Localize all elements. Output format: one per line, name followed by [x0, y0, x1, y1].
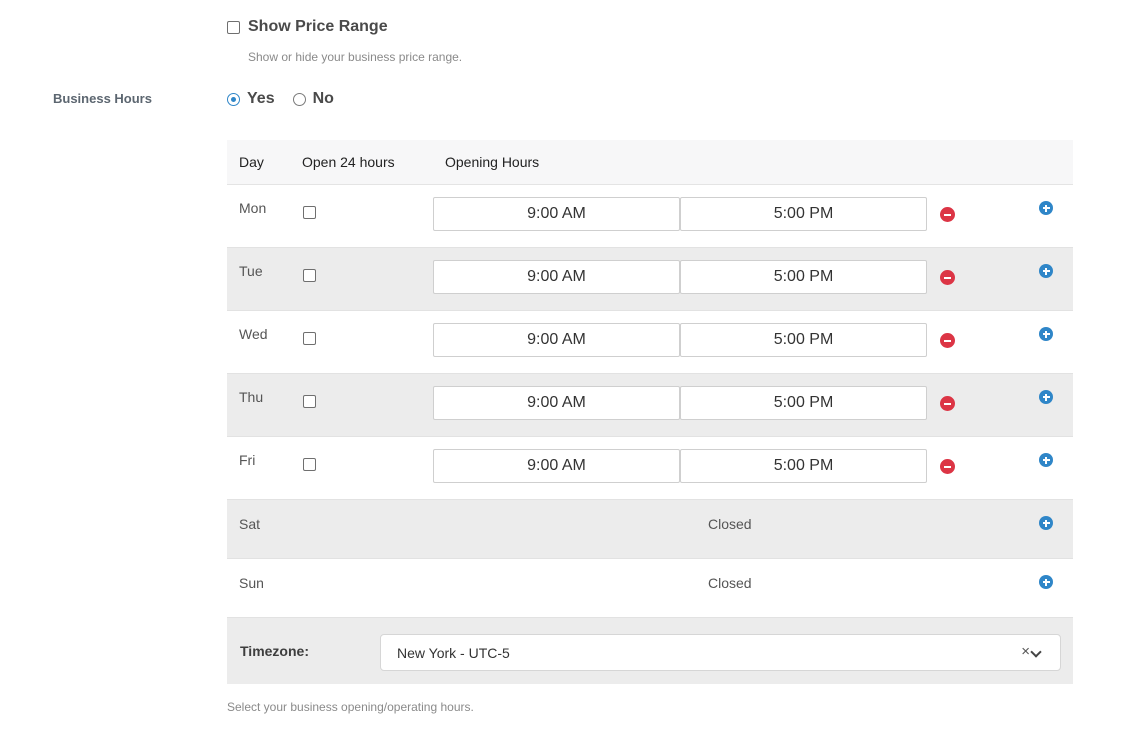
header-day: Day: [239, 154, 264, 170]
day-label: Mon: [239, 200, 267, 216]
business-hours-label: Business Hours: [53, 91, 152, 106]
closing-time-input[interactable]: 5:00 PM: [680, 386, 927, 420]
timezone-label: Timezone:: [240, 643, 309, 659]
day-label: Fri: [239, 452, 256, 468]
price-range-help-text: Show or hide your business price range.: [248, 50, 463, 64]
add-hours-icon[interactable]: [1039, 201, 1053, 215]
timezone-row: Timezone: New York - UTC-5 ×: [227, 618, 1073, 684]
opening-time-input[interactable]: 9:00 AM: [433, 260, 680, 294]
chevron-down-icon[interactable]: [1030, 646, 1042, 658]
business-hours-help-text: Select your business opening/operating h…: [227, 700, 474, 714]
remove-hours-icon[interactable]: [940, 270, 955, 285]
business-hours-radio-group: Yes No: [227, 90, 352, 108]
add-hours-icon[interactable]: [1039, 390, 1053, 404]
day-label: Tue: [239, 263, 263, 279]
opening-time-input[interactable]: 9:00 AM: [433, 449, 680, 483]
open-24-hours-checkbox[interactable]: [303, 395, 316, 408]
add-hours-icon[interactable]: [1039, 453, 1053, 467]
open-24-hours-checkbox[interactable]: [303, 332, 316, 345]
table-row-sat: Sat Closed: [227, 500, 1073, 559]
remove-hours-icon[interactable]: [940, 333, 955, 348]
table-row-sun: Sun Closed: [227, 559, 1073, 618]
table-row-wed: Wed 9:00 AM 5:00 PM: [227, 311, 1073, 374]
opening-time-input[interactable]: 9:00 AM: [433, 197, 680, 231]
table-row-fri: Fri 9:00 AM 5:00 PM: [227, 437, 1073, 500]
table-row-tue: Tue 9:00 AM 5:00 PM: [227, 248, 1073, 311]
open-24-hours-checkbox[interactable]: [303, 458, 316, 471]
opening-time-input[interactable]: 9:00 AM: [433, 386, 680, 420]
add-hours-icon[interactable]: [1039, 516, 1053, 530]
business-hours-no-label[interactable]: No: [313, 90, 334, 108]
closing-time-input[interactable]: 5:00 PM: [680, 323, 927, 357]
opening-hours-table: Day Open 24 hours Opening Hours Mon 9:00…: [227, 140, 1073, 684]
timezone-value: New York - UTC-5: [397, 645, 510, 661]
table-header: Day Open 24 hours Opening Hours: [227, 140, 1073, 185]
day-label: Wed: [239, 326, 268, 342]
add-hours-icon[interactable]: [1039, 327, 1053, 341]
add-hours-icon[interactable]: [1039, 575, 1053, 589]
show-price-range-row: Show Price Range: [227, 18, 388, 36]
header-opening-hours: Opening Hours: [445, 154, 540, 170]
business-hours-yes-radio[interactable]: [227, 92, 240, 106]
clear-icon[interactable]: ×: [1021, 643, 1030, 660]
show-price-range-label[interactable]: Show Price Range: [248, 18, 388, 36]
add-hours-icon[interactable]: [1039, 264, 1053, 278]
timezone-select[interactable]: New York - UTC-5 ×: [380, 634, 1061, 671]
open-24-hours-checkbox[interactable]: [303, 269, 316, 282]
closed-status: Closed: [708, 516, 752, 532]
closed-status: Closed: [708, 575, 752, 591]
table-row-thu: Thu 9:00 AM 5:00 PM: [227, 374, 1073, 437]
closing-time-input[interactable]: 5:00 PM: [680, 449, 927, 483]
table-row-mon: Mon 9:00 AM 5:00 PM: [227, 185, 1073, 248]
closing-time-input[interactable]: 5:00 PM: [680, 260, 927, 294]
day-label: Sun: [239, 575, 264, 591]
business-hours-no-radio[interactable]: [292, 92, 306, 106]
show-price-range-checkbox[interactable]: [227, 20, 240, 34]
opening-time-input[interactable]: 9:00 AM: [433, 323, 680, 357]
closing-time-input[interactable]: 5:00 PM: [680, 197, 927, 231]
day-label: Sat: [239, 516, 261, 532]
open-24-hours-checkbox[interactable]: [303, 206, 316, 219]
business-hours-yes-label[interactable]: Yes: [247, 90, 275, 108]
day-label: Thu: [239, 389, 264, 405]
remove-hours-icon[interactable]: [940, 207, 955, 222]
remove-hours-icon[interactable]: [940, 396, 955, 411]
header-open-24-hours: Open 24 hours: [302, 154, 395, 170]
remove-hours-icon[interactable]: [940, 459, 955, 474]
